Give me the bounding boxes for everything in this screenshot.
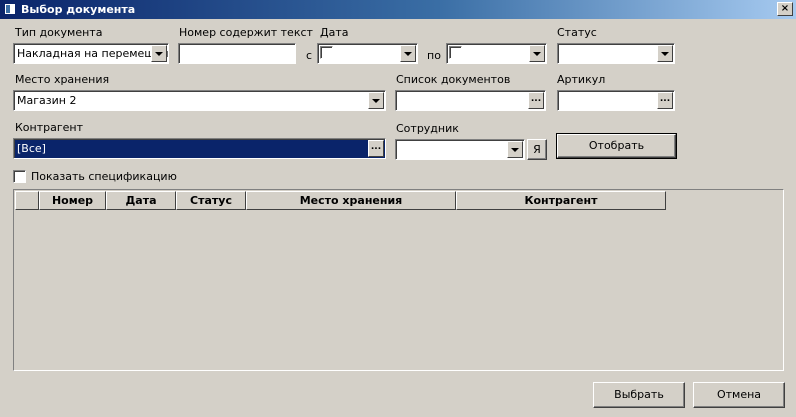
- article-input[interactable]: ...: [557, 90, 675, 111]
- window-icon: [4, 3, 16, 15]
- column-header-date[interactable]: Дата: [106, 191, 176, 210]
- storage-select[interactable]: Магазин 2: [13, 90, 386, 111]
- date-to-dropdown-button[interactable]: [529, 45, 545, 62]
- article-label: Артикул: [557, 73, 606, 86]
- status-label: Статус: [557, 26, 597, 39]
- status-dropdown-button[interactable]: [657, 45, 673, 62]
- doc-type-select[interactable]: Накладная на перемещен: [13, 43, 169, 64]
- filter-button[interactable]: Отобрать: [556, 133, 677, 159]
- column-header-counterparty[interactable]: Контрагент: [456, 191, 666, 210]
- table-header: Номер Дата Статус Место хранения Контраг…: [15, 191, 666, 210]
- doc-type-dropdown-button[interactable]: [151, 45, 167, 62]
- select-button[interactable]: Выбрать: [593, 382, 685, 408]
- column-header-status[interactable]: Статус: [176, 191, 246, 210]
- date-label: Дата: [320, 26, 349, 39]
- counterparty-label: Контрагент: [15, 121, 84, 134]
- doc-list-label: Список документов: [396, 73, 511, 86]
- doc-list-browse-button[interactable]: ...: [528, 92, 544, 109]
- show-spec-label: Показать спецификацию: [31, 170, 177, 183]
- employee-me-button[interactable]: Я: [527, 139, 547, 160]
- chevron-down-icon: [155, 52, 163, 56]
- column-header-number[interactable]: Номер: [39, 191, 106, 210]
- cancel-button[interactable]: Отмена: [693, 382, 785, 408]
- employee-label: Сотрудник: [396, 122, 459, 135]
- employee-dropdown-button[interactable]: [507, 141, 523, 158]
- date-to-picker[interactable]: [446, 43, 547, 64]
- chevron-down-icon: [533, 52, 541, 56]
- window-title: Выбор документа: [21, 3, 136, 16]
- date-from-dropdown-button[interactable]: [400, 45, 416, 62]
- chevron-down-icon: [511, 148, 519, 152]
- column-header-selector[interactable]: [15, 191, 39, 210]
- doc-type-value: Накладная на перемещен: [17, 47, 169, 60]
- date-to-label: по: [427, 49, 441, 62]
- storage-label: Место хранения: [15, 73, 110, 86]
- article-browse-button[interactable]: ...: [657, 92, 673, 109]
- date-from-checkbox[interactable]: [320, 46, 333, 59]
- chevron-down-icon: [372, 99, 380, 103]
- close-button[interactable]: ×: [777, 2, 793, 16]
- documents-table[interactable]: Номер Дата Статус Место хранения Контраг…: [13, 189, 784, 371]
- doc-type-label: Тип документа: [15, 26, 103, 39]
- chevron-down-icon: [661, 52, 669, 56]
- number-contains-input[interactable]: [178, 43, 296, 64]
- employee-select[interactable]: [395, 139, 525, 160]
- doc-list-input[interactable]: ...: [395, 90, 546, 111]
- counterparty-value: [Все]: [17, 142, 46, 155]
- column-header-storage[interactable]: Место хранения: [246, 191, 456, 210]
- status-select[interactable]: [557, 43, 675, 64]
- title-bar: Выбор документа ×: [0, 0, 796, 19]
- date-from-picker[interactable]: [317, 43, 418, 64]
- counterparty-input[interactable]: [Все] ...: [13, 138, 386, 159]
- date-to-checkbox[interactable]: [449, 46, 462, 59]
- storage-dropdown-button[interactable]: [368, 92, 384, 109]
- number-contains-label: Номер содержит текст: [179, 26, 313, 39]
- storage-value: Магазин 2: [17, 94, 77, 107]
- chevron-down-icon: [404, 52, 412, 56]
- date-from-label: с: [306, 49, 313, 62]
- counterparty-browse-button[interactable]: ...: [368, 140, 384, 157]
- show-spec-checkbox[interactable]: [13, 170, 26, 183]
